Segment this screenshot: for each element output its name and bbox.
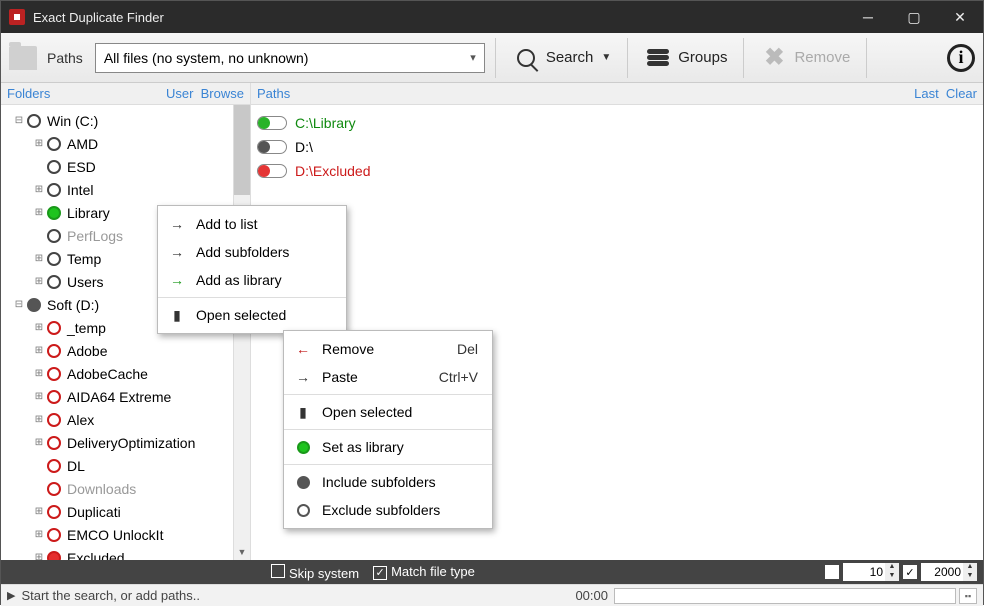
tree-node-delivery[interactable]: ⊞DeliveryOptimization (5, 431, 233, 454)
tree-node-intel[interactable]: ⊞Intel (5, 178, 233, 201)
paths-label: Paths (47, 50, 83, 66)
tree-node-excluded[interactable]: ⊞Excluded (5, 546, 233, 560)
toggle-icon[interactable] (257, 164, 287, 178)
user-link[interactable]: User (166, 86, 193, 101)
stats-button[interactable]: ▪▪ (959, 588, 977, 604)
arrow-right-icon: → (294, 369, 312, 385)
size-min-input[interactable]: 10▲▼ (843, 563, 899, 581)
menu-add-subfolders[interactable]: →Add subfolders (158, 238, 346, 266)
tree-node-downloads[interactable]: Downloads (5, 477, 233, 500)
circle-green-icon (294, 441, 312, 454)
last-link[interactable]: Last (914, 86, 939, 101)
clear-link[interactable]: Clear (946, 86, 977, 101)
progress-bar (614, 588, 956, 604)
path-row-library[interactable]: C:\Library (257, 111, 977, 135)
circle-solid-icon (294, 476, 312, 489)
size-max-checkbox[interactable]: ✓ (903, 565, 917, 579)
tree-node-win[interactable]: ⊟Win (C:) (5, 109, 233, 132)
paths-context-menu: ←RemoveDel →PasteCtrl+V ▮Open selected S… (283, 330, 493, 529)
folder-icon (9, 46, 37, 70)
window-title: Exact Duplicate Finder (33, 10, 164, 25)
tree-node-duplicati[interactable]: ⊞Duplicati (5, 500, 233, 523)
search-icon (512, 44, 540, 72)
menu-set-as-library[interactable]: Set as library (284, 433, 492, 461)
search-button[interactable]: Search ▼ (506, 44, 617, 72)
circle-outline-icon (294, 504, 312, 517)
toolbar: Paths All files (no system, no unknown) … (1, 33, 983, 83)
arrow-right-icon: → (168, 272, 186, 288)
menu-exclude-subfolders[interactable]: Exclude subfolders (284, 496, 492, 524)
path-row-excluded[interactable]: D:\Excluded (257, 159, 977, 183)
menu-add-to-list[interactable]: →Add to list (158, 210, 346, 238)
tree-node-adobe[interactable]: ⊞Adobe (5, 339, 233, 362)
maximize-button[interactable]: ▢ (891, 1, 937, 33)
skip-system-checkbox[interactable]: Skip system (271, 564, 359, 581)
play-icon[interactable]: ▶ (7, 589, 15, 602)
options-bar: Skip system ✓Match file type 10▲▼ ✓ 2000… (1, 560, 983, 584)
column-headers: Folders User Browse Paths Last Clear (1, 83, 983, 105)
tree-node-aida[interactable]: ⊞AIDA64 Extreme (5, 385, 233, 408)
arrow-right-icon: → (168, 244, 186, 260)
menu-open-selected[interactable]: ▮Open selected (158, 301, 346, 329)
browse-link[interactable]: Browse (201, 86, 244, 101)
paths-header: Paths (257, 86, 290, 101)
status-time: 00:00 (575, 588, 608, 603)
menu-paste[interactable]: →PasteCtrl+V (284, 363, 492, 391)
tree-node-esd[interactable]: ESD (5, 155, 233, 178)
remove-button[interactable]: ✖ Remove (754, 44, 856, 72)
app-icon (9, 9, 25, 25)
status-message: Start the search, or add paths.. (21, 588, 200, 603)
size-max-input[interactable]: 2000▲▼ (921, 563, 977, 581)
status-bar: ▶ Start the search, or add paths.. 00:00… (1, 584, 983, 606)
tree-node-emco[interactable]: ⊞EMCO UnlockIt (5, 523, 233, 546)
tree-node-amd[interactable]: ⊞AMD (5, 132, 233, 155)
folders-header: Folders (7, 86, 50, 101)
chevron-down-icon: ▾ (470, 51, 476, 64)
minimize-button[interactable]: ─ (845, 1, 891, 33)
menu-remove[interactable]: ←RemoveDel (284, 335, 492, 363)
path-row-d[interactable]: D:\ (257, 135, 977, 159)
info-button[interactable]: i (947, 44, 975, 72)
folder-icon: ▮ (168, 307, 186, 324)
tree-node-dl[interactable]: DL (5, 454, 233, 477)
match-file-type-checkbox[interactable]: ✓Match file type (373, 564, 475, 580)
database-icon (644, 44, 672, 72)
arrow-right-icon: → (168, 216, 186, 232)
toggle-icon[interactable] (257, 140, 287, 154)
toggle-icon[interactable] (257, 116, 287, 130)
scroll-down-icon[interactable]: ▼ (234, 544, 250, 560)
x-icon: ✖ (760, 44, 788, 72)
scrollbar-thumb[interactable] (234, 105, 250, 195)
titlebar: Exact Duplicate Finder ─ ▢ ✕ (1, 1, 983, 33)
filter-value: All files (no system, no unknown) (104, 50, 309, 66)
folders-context-menu: →Add to list →Add subfolders →Add as lib… (157, 205, 347, 334)
menu-open-selected-2[interactable]: ▮Open selected (284, 398, 492, 426)
filter-dropdown[interactable]: All files (no system, no unknown) ▾ (95, 43, 485, 73)
search-dropdown-arrow[interactable]: ▼ (601, 52, 611, 63)
tree-node-adobecache[interactable]: ⊞AdobeCache (5, 362, 233, 385)
size-min-checkbox[interactable] (825, 565, 839, 579)
groups-button[interactable]: Groups (638, 44, 733, 72)
folder-icon: ▮ (294, 404, 312, 421)
menu-include-subfolders[interactable]: Include subfolders (284, 468, 492, 496)
menu-add-as-library[interactable]: →Add as library (158, 266, 346, 294)
tree-node-alex[interactable]: ⊞Alex (5, 408, 233, 431)
close-button[interactable]: ✕ (937, 1, 983, 33)
arrow-left-icon: ← (294, 341, 312, 357)
